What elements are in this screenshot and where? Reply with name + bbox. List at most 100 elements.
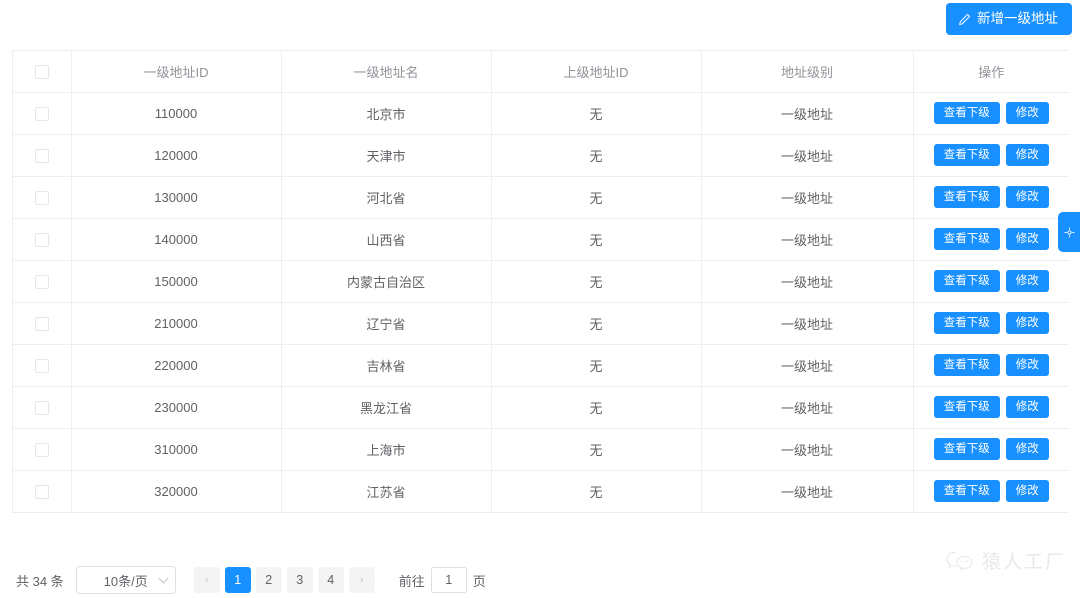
edit-button[interactable]: 修改 [1005, 228, 1049, 250]
jump-page-input[interactable] [430, 567, 467, 593]
view-children-button[interactable]: 查看下级 [933, 144, 1000, 166]
cell-address-level: 一级地址 [701, 344, 914, 387]
view-children-button[interactable]: 查看下级 [933, 396, 1000, 418]
row-select-cell [13, 260, 72, 303]
cell-address-id: 230000 [71, 386, 282, 429]
side-panel-toggle[interactable] [1058, 212, 1080, 252]
edit-button[interactable]: 修改 [1005, 102, 1049, 124]
cell-parent-address-id: 无 [491, 218, 702, 261]
table-row: 320000 江苏省无一级地址 查看下级 修改 [13, 470, 1069, 513]
cell-address-id: 210000 [71, 302, 282, 345]
cell-address-id: 320000 [71, 470, 282, 513]
address-table: 一级地址ID 一级地址名 上级地址ID 地址级别 操作 110000 北京市无一级… [13, 51, 1069, 513]
cell-parent-address-id: 无 [491, 428, 702, 471]
edit-button[interactable]: 修改 [1005, 270, 1049, 292]
jump-suffix-label: 页 [472, 573, 486, 589]
pagination-next-button[interactable]: › [348, 567, 375, 593]
cell-address-level: 一级地址 [701, 260, 914, 303]
cell-parent-address-id: 无 [491, 470, 702, 513]
cell-parent-address-id: 无 [491, 386, 702, 429]
column-header-parent-id[interactable]: 上级地址ID [491, 51, 702, 93]
edit-button[interactable]: 修改 [1005, 396, 1049, 418]
page-root: 新增一级地址 一级地址ID 一级地址名 上级地址ID 地址级别 操作 11000… [0, 0, 1080, 598]
pagination-page-4[interactable]: 4 [317, 567, 344, 593]
row-checkbox[interactable] [34, 484, 49, 499]
chevron-down-icon [158, 573, 169, 584]
address-table-container: 一级地址ID 一级地址名 上级地址ID 地址级别 操作 110000 北京市无一级… [12, 50, 1069, 513]
select-all-checkbox[interactable] [34, 65, 49, 80]
add-first-level-address-button[interactable]: 新增一级地址 [946, 3, 1072, 35]
cell-actions: 查看下级 修改 [913, 92, 1069, 135]
pagination-total: 共 34 条 [16, 573, 64, 589]
pagination-page-1[interactable]: 1 [224, 567, 251, 593]
table-header-row: 一级地址ID 一级地址名 上级地址ID 地址级别 操作 [13, 51, 1069, 93]
row-checkbox[interactable] [34, 232, 49, 247]
page-size-select[interactable]: 10条/页 [75, 566, 176, 594]
view-children-button[interactable]: 查看下级 [933, 480, 1000, 502]
view-children-button[interactable]: 查看下级 [933, 228, 1000, 250]
edit-button[interactable]: 修改 [1005, 186, 1049, 208]
pagination: 共 34 条 10条/页 ‹ 1234› 前往 页 [16, 566, 486, 594]
view-children-button[interactable]: 查看下级 [933, 102, 1000, 124]
column-header-id[interactable]: 一级地址ID [71, 51, 282, 93]
table-row: 310000 上海市无一级地址 查看下级 修改 [13, 428, 1069, 471]
edit-button[interactable]: 修改 [1005, 354, 1049, 376]
pagination-page-3[interactable]: 3 [286, 567, 313, 593]
cell-actions: 查看下级 修改 [913, 260, 1069, 303]
cell-address-id: 220000 [71, 344, 282, 387]
row-checkbox[interactable] [34, 274, 49, 289]
edit-button[interactable]: 修改 [1005, 144, 1049, 166]
cell-actions: 查看下级 修改 [913, 302, 1069, 345]
column-header-name[interactable]: 一级地址名 [281, 51, 492, 93]
view-children-button[interactable]: 查看下级 [933, 354, 1000, 376]
cell-parent-address-id: 无 [491, 302, 702, 345]
pagination-page-2[interactable]: 2 [255, 567, 282, 593]
row-checkbox[interactable] [34, 106, 49, 121]
watermark-text: 猿人工厂 [981, 552, 1066, 573]
cell-address-name: 河北省 [281, 176, 492, 219]
pagination-prev-button[interactable]: ‹ [193, 567, 220, 593]
view-children-button[interactable]: 查看下级 [933, 438, 1000, 460]
jump-prefix-label: 前往 [398, 573, 425, 589]
cell-actions: 查看下级 修改 [913, 176, 1069, 219]
edit-button[interactable]: 修改 [1005, 480, 1049, 502]
cell-address-name: 上海市 [281, 428, 492, 471]
view-children-button[interactable]: 查看下级 [933, 270, 1000, 292]
column-header-level[interactable]: 地址级别 [701, 51, 914, 93]
row-select-cell [13, 218, 72, 261]
row-checkbox[interactable] [34, 442, 49, 457]
table-row: 140000 山西省无一级地址 查看下级 修改 [13, 218, 1069, 261]
edit-button[interactable]: 修改 [1005, 438, 1049, 460]
cell-address-id: 110000 [71, 92, 282, 135]
cell-address-level: 一级地址 [701, 176, 914, 219]
cell-address-id: 120000 [71, 134, 282, 177]
cell-actions: 查看下级 修改 [913, 344, 1069, 387]
pagination-jumper: 前往 页 [399, 567, 486, 593]
cell-address-name: 辽宁省 [281, 302, 492, 345]
table-row: 130000 河北省无一级地址 查看下级 修改 [13, 176, 1069, 219]
cell-address-id: 130000 [71, 176, 282, 219]
add-button-label: 新增一级地址 [977, 11, 1058, 27]
table-row: 220000 吉林省无一级地址 查看下级 修改 [13, 344, 1069, 387]
column-header-actions: 操作 [913, 51, 1069, 93]
cell-parent-address-id: 无 [491, 134, 702, 177]
row-checkbox[interactable] [34, 358, 49, 373]
view-children-button[interactable]: 查看下级 [933, 186, 1000, 208]
cell-actions: 查看下级 修改 [913, 134, 1069, 177]
gear-icon [1064, 227, 1074, 237]
view-children-button[interactable]: 查看下级 [933, 312, 1000, 334]
cell-address-name: 江苏省 [281, 470, 492, 513]
cell-address-id: 150000 [71, 260, 282, 303]
row-checkbox[interactable] [34, 190, 49, 205]
row-checkbox[interactable] [34, 316, 49, 331]
watermark: 猿人工厂 [945, 547, 1066, 574]
cell-address-level: 一级地址 [701, 386, 914, 429]
row-select-cell [13, 344, 72, 387]
cell-address-name: 吉林省 [281, 344, 492, 387]
edit-button[interactable]: 修改 [1005, 312, 1049, 334]
row-checkbox[interactable] [34, 148, 49, 163]
cell-actions: 查看下级 修改 [913, 218, 1069, 261]
pen-icon [958, 13, 971, 26]
table-row: 230000 黑龙江省无一级地址 查看下级 修改 [13, 386, 1069, 429]
row-checkbox[interactable] [34, 400, 49, 415]
